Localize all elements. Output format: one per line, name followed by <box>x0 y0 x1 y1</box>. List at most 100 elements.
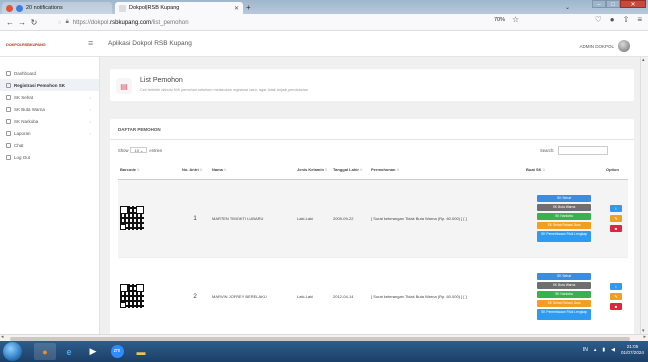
reload-button[interactable]: ↻ <box>28 18 40 27</box>
col-header-no-antri[interactable]: No. Antri⇅ <box>180 161 210 180</box>
page-subtitle: Cek terlebih dahulu NIK pemohon sebelum … <box>140 88 309 92</box>
trash-icon[interactable]: ■ <box>610 224 622 232</box>
page-header: ▤ List Pemohon Cek terlebih dahulu NIK p… <box>110 69 634 101</box>
maximize-button[interactable]: □ <box>606 0 620 8</box>
register-icon <box>6 82 11 88</box>
sidebar-item-logout[interactable]: Log Out <box>0 151 99 163</box>
vertical-scrollbar[interactable]: ▴ ▾ <box>640 57 648 334</box>
extensions-icon[interactable]: ⇧ <box>623 15 630 24</box>
app-header: DOKPOLRSBKUPANG ≡ Aplikasi Dokpol RSB Ku… <box>0 31 648 57</box>
forward-button[interactable]: → <box>16 18 28 27</box>
windows-taskbar: ● e ▶ zm ▬ IN ▴ ▮ ◀ 21:05 01/07/2024 <box>0 341 648 362</box>
volume-icon[interactable]: ◀ <box>611 347 615 353</box>
app-logo[interactable]: DOKPOLRSBKUPANG <box>4 41 46 47</box>
pocket-icon[interactable]: ♡ <box>595 15 602 24</box>
report-icon <box>6 130 11 136</box>
sidebar-item-chat[interactable]: Chat <box>0 139 99 151</box>
close-icon[interactable]: ✕ <box>234 5 239 12</box>
tab-label: 20 notifications <box>26 5 63 11</box>
document-icon <box>6 106 11 112</box>
sk-narkoba-button[interactable]: SK Narkoba <box>537 290 591 298</box>
sidebar-item-sk-sehat[interactable]: SK Sehat › <box>0 91 99 103</box>
col-header-jenis-kelamin[interactable]: Jenis Kelamin⇅ <box>295 161 331 180</box>
clock[interactable]: 21:05 01/07/2024 <box>621 344 644 356</box>
minimize-button[interactable]: – <box>592 0 606 8</box>
back-button[interactable]: ← <box>4 18 16 27</box>
user-name: ADMIN DOKPOL <box>579 43 614 49</box>
col-header-nama[interactable]: Nama⇅ <box>210 161 295 180</box>
zoom-level[interactable]: 70% <box>494 17 505 23</box>
sk-rohani-jiwa-button[interactable]: SK Sehat Rohani Jiwa <box>537 299 591 307</box>
edit-icon[interactable]: ✎ <box>610 292 622 300</box>
scroll-right-icon[interactable]: ▸ <box>643 334 646 340</box>
entries-length: Show 10 ⌄ entries <box>118 147 162 153</box>
tab-dokpol[interactable]: Dokpol|RSB Kupang ✕ <box>115 2 243 14</box>
hamburger-menu-icon[interactable]: ≡ <box>88 38 93 48</box>
sidebar-item-laporan[interactable]: Laporan › <box>0 127 99 139</box>
dashboard-icon <box>6 70 11 76</box>
user-menu[interactable]: ADMIN DOKPOL <box>579 40 630 52</box>
close-window-button[interactable]: ✕ <box>620 0 646 8</box>
col-header-tanggal-lahir[interactable]: Tanggal Lahir⇅ <box>331 161 369 180</box>
sk-sehat-button[interactable]: SK Sehat <box>537 194 591 202</box>
new-tab-button[interactable]: + <box>246 3 251 12</box>
sk-narkoba-button[interactable]: SK Narkoba <box>537 212 591 220</box>
firefox-taskbar-icon[interactable]: ● <box>34 343 56 360</box>
edit-icon[interactable]: ✎ <box>610 214 622 222</box>
media-taskbar-icon[interactable]: ▶ <box>82 343 104 360</box>
entries-select[interactable]: 10 ⌄ <box>130 147 148 153</box>
col-header-buat-sk[interactable]: Buat SK⇅ <box>524 161 604 180</box>
language-indicator[interactable]: IN <box>583 347 588 353</box>
chat-icon <box>6 142 11 148</box>
sk-pemeriksaan-fisik-button[interactable]: SK Pemeriksaan Fisik Lengkap <box>537 230 591 242</box>
scrollbar-thumb[interactable] <box>10 336 630 341</box>
cell-nama: MARVIN JOFREY BERELAKU <box>210 257 295 334</box>
url-bar[interactable]: ◌ 🔒︎ https://dokpol.rsbkupang.com/list_p… <box>58 16 520 29</box>
sidebar-item-sk-buta-warna[interactable]: SK Buta Warna › <box>0 103 99 115</box>
arrow-up-icon[interactable]: ▴ <box>594 347 597 353</box>
sidebar-item-sk-narkoba[interactable]: SK Narkoba › <box>0 115 99 127</box>
trash-icon[interactable]: ■ <box>610 302 622 310</box>
chevron-right-icon: › <box>89 130 91 136</box>
avatar <box>618 40 630 52</box>
notification-badge-icon <box>16 4 23 12</box>
sk-rohani-jiwa-button[interactable]: SK Sehat Rohani Jiwa <box>537 221 591 229</box>
zoom-taskbar-icon[interactable]: zm <box>106 343 128 360</box>
col-header-barcode[interactable]: Barcode⇅ <box>118 161 180 180</box>
network-icon[interactable]: ▮ <box>602 347 605 353</box>
bookmark-star-icon[interactable]: ☆ <box>512 15 519 24</box>
table-row: 1 MARTEN TIMOKTI LUBARU Laki-Laki 2009-0… <box>118 179 628 258</box>
horizontal-scrollbar[interactable]: ◂ ▸ <box>0 334 648 341</box>
page-favicon <box>119 4 126 12</box>
menu-icon[interactable]: ≡ <box>637 15 642 24</box>
sk-buta-warna-button[interactable]: SK Buta Warna <box>537 203 591 211</box>
option-buttons: i ✎ ■ <box>606 282 626 310</box>
sidebar-item-dashboard[interactable]: Dashboard <box>0 67 99 79</box>
col-header-permohonan[interactable]: Permohonan⇅ <box>369 161 524 180</box>
account-icon[interactable]: ● <box>610 15 615 24</box>
cell-tanggal-lahir: 2009-09-22 <box>331 179 369 258</box>
firefox-icon <box>6 4 13 12</box>
chevron-right-icon: › <box>89 106 91 112</box>
sk-buta-warna-button[interactable]: SK Buta Warna <box>537 281 591 289</box>
col-header-option[interactable]: Option <box>604 161 628 180</box>
search-input[interactable] <box>558 146 609 155</box>
sk-pemeriksaan-fisik-button[interactable]: SK Pemeriksaan Fisik Lengkap <box>537 308 591 320</box>
pemohon-table: Barcode⇅ No. Antri⇅ Nama⇅ Jenis Kelamin⇅… <box>118 161 628 334</box>
scroll-left-icon[interactable]: ◂ <box>1 334 4 340</box>
sk-sehat-button[interactable]: SK Sehat <box>537 272 591 280</box>
folder-taskbar-icon[interactable]: ▬ <box>130 343 152 360</box>
chevron-right-icon: › <box>89 94 91 100</box>
tab-notifications[interactable]: 20 notifications <box>2 2 112 14</box>
logo-text: DOKPOLRSBKUPANG <box>6 41 46 47</box>
ie-taskbar-icon[interactable]: e <box>58 343 80 360</box>
cell-tanggal-lahir: 2012-04-14 <box>331 257 369 334</box>
info-icon[interactable]: i <box>610 204 622 212</box>
scroll-up-icon[interactable]: ▴ <box>642 57 645 63</box>
start-button[interactable] <box>3 342 22 361</box>
cell-permohonan: [ Surat keterangan Tidak Buta Warna (Rp.… <box>369 179 524 258</box>
sidebar-item-registrasi[interactable]: Registrasi Pemohon SK <box>0 79 99 91</box>
chevron-down-icon[interactable]: ⌄ <box>565 4 570 11</box>
sidebar: Dashboard Registrasi Pemohon SK SK Sehat… <box>0 57 100 334</box>
info-icon[interactable]: i <box>610 282 622 290</box>
